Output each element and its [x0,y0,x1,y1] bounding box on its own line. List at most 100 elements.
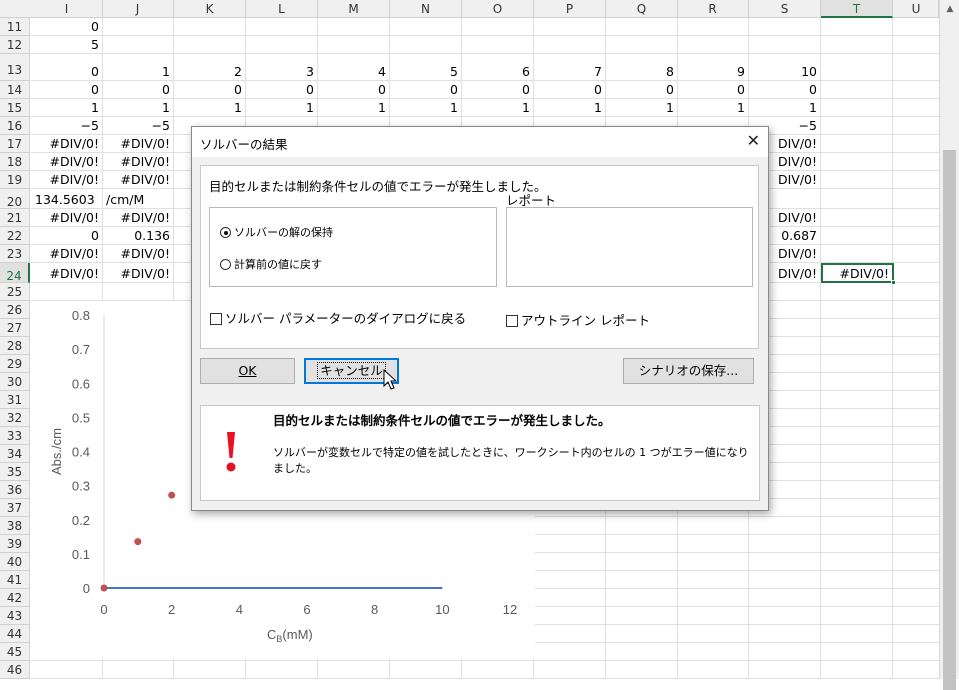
row-header-22[interactable]: 22 [0,227,30,245]
cell-I17[interactable]: #DIV/0! [31,136,103,152]
cell-I18[interactable]: #DIV/0! [31,154,103,170]
cell-N13[interactable]: 5 [390,64,462,80]
row-header-42[interactable]: 42 [0,589,30,607]
row-header-19[interactable]: 19 [0,171,30,189]
row-header-11[interactable]: 11 [0,18,30,36]
row-header-43[interactable]: 43 [0,607,30,625]
column-header-U[interactable]: U [894,0,939,18]
row-header-18[interactable]: 18 [0,153,30,171]
cell-I15[interactable]: 1 [31,100,103,116]
cell-J18[interactable]: #DIV/0! [102,154,174,170]
cell-J22[interactable]: 0.136 [102,228,174,244]
cell-M13[interactable]: 4 [318,64,390,80]
cell-S15[interactable]: 1 [749,100,821,116]
row-header-36[interactable]: 36 [0,481,30,499]
cell-J19[interactable]: #DIV/0! [102,172,174,188]
cell-Q15[interactable]: 1 [606,100,678,116]
cell-I23[interactable]: #DIV/0! [31,246,103,262]
cell-N14[interactable]: 0 [390,82,462,98]
cell-J21[interactable]: #DIV/0! [102,210,174,226]
cell-O14[interactable]: 0 [462,82,534,98]
cell-R14[interactable]: 0 [677,82,749,98]
row-header-15[interactable]: 15 [0,99,30,117]
cell-J23[interactable]: #DIV/0! [102,246,174,262]
row-header-25[interactable]: 25 [0,283,30,301]
row-header-13[interactable]: 13 [0,54,30,81]
row-header-41[interactable]: 41 [0,571,30,589]
cell-K14[interactable]: 0 [174,82,246,98]
cell-M14[interactable]: 0 [318,82,390,98]
close-icon[interactable]: ✕ [747,131,760,150]
cell-I14[interactable]: 0 [31,82,103,98]
cell-I20[interactable]: 134.5603 [31,192,103,208]
cell-J14[interactable]: 0 [102,82,174,98]
cell-I21[interactable]: #DIV/0! [31,210,103,226]
column-header-K[interactable]: K [174,0,246,18]
row-header-35[interactable]: 35 [0,463,30,481]
cell-O15[interactable]: 1 [462,100,534,116]
selected-cell-T24[interactable] [821,263,896,285]
cell-L15[interactable]: 1 [246,100,318,116]
column-header-S[interactable]: S [749,0,821,18]
cell-J20[interactable]: /cm/M [102,192,174,208]
checkbox-return-to-parameters[interactable]: ソルバー パラメーターのダイアログに戻る [210,308,466,327]
row-header-30[interactable]: 30 [0,373,30,391]
column-header-R[interactable]: R [677,0,749,18]
cell-J17[interactable]: #DIV/0! [102,136,174,152]
cell-S13[interactable]: 10 [749,64,821,80]
cell-J16[interactable]: −5 [102,118,174,134]
row-header-27[interactable]: 27 [0,319,30,337]
cell-J24[interactable]: #DIV/0! [102,266,174,282]
cell-K15[interactable]: 1 [174,100,246,116]
row-header-32[interactable]: 32 [0,409,30,427]
cell-Q14[interactable]: 0 [606,82,678,98]
cell-P15[interactable]: 1 [534,100,606,116]
cell-I16[interactable]: −5 [31,118,103,134]
column-header-P[interactable]: P [534,0,606,18]
row-header-21[interactable]: 21 [0,209,30,227]
column-header-Q[interactable]: Q [606,0,678,18]
save-scenario-button[interactable]: シナリオの保存... [623,358,754,384]
column-header-I[interactable]: I [31,0,103,18]
vertical-scrollbar[interactable]: ▲ [939,0,959,690]
column-header-T[interactable]: T [821,0,893,18]
cell-S14[interactable]: 0 [749,82,821,98]
column-header-M[interactable]: M [318,0,390,18]
row-header-33[interactable]: 33 [0,427,30,445]
cell-P13[interactable]: 7 [534,64,606,80]
cell-N15[interactable]: 1 [390,100,462,116]
cell-L13[interactable]: 3 [246,64,318,80]
row-header-14[interactable]: 14 [0,81,30,99]
row-header-12[interactable]: 12 [0,36,30,54]
row-header-31[interactable]: 31 [0,391,30,409]
cell-P14[interactable]: 0 [534,82,606,98]
column-header-L[interactable]: L [246,0,318,18]
row-header-29[interactable]: 29 [0,355,30,373]
row-header-46[interactable]: 46 [0,661,30,679]
radio-keep-solution[interactable]: ソルバーの解の保持 [220,224,333,240]
radio-restore-values[interactable]: 計算前の値に戻す [220,256,322,272]
cell-I24[interactable]: #DIV/0! [31,266,103,282]
row-header-44[interactable]: 44 [0,625,30,643]
row-header-23[interactable]: 23 [0,245,30,263]
row-header-17[interactable]: 17 [0,135,30,153]
row-header-39[interactable]: 39 [0,535,30,553]
ok-button[interactable]: OK [200,358,295,384]
report-list[interactable] [506,207,753,287]
cell-Q13[interactable]: 8 [606,64,678,80]
row-header-34[interactable]: 34 [0,445,30,463]
row-header-20[interactable]: 20 [0,189,30,209]
cell-M15[interactable]: 1 [318,100,390,116]
row-header-37[interactable]: 37 [0,499,30,517]
column-header-O[interactable]: O [462,0,534,18]
row-header-38[interactable]: 38 [0,517,30,535]
cell-I22[interactable]: 0 [31,228,103,244]
cell-R15[interactable]: 1 [677,100,749,116]
cell-I19[interactable]: #DIV/0! [31,172,103,188]
row-header-26[interactable]: 26 [0,301,30,319]
cell-J15[interactable]: 1 [102,100,174,116]
row-header-45[interactable]: 45 [0,643,30,661]
cell-J13[interactable]: 1 [102,64,174,80]
checkbox-outline-report[interactable]: アウトライン レポート [506,310,650,329]
scroll-thumb[interactable] [943,150,956,690]
